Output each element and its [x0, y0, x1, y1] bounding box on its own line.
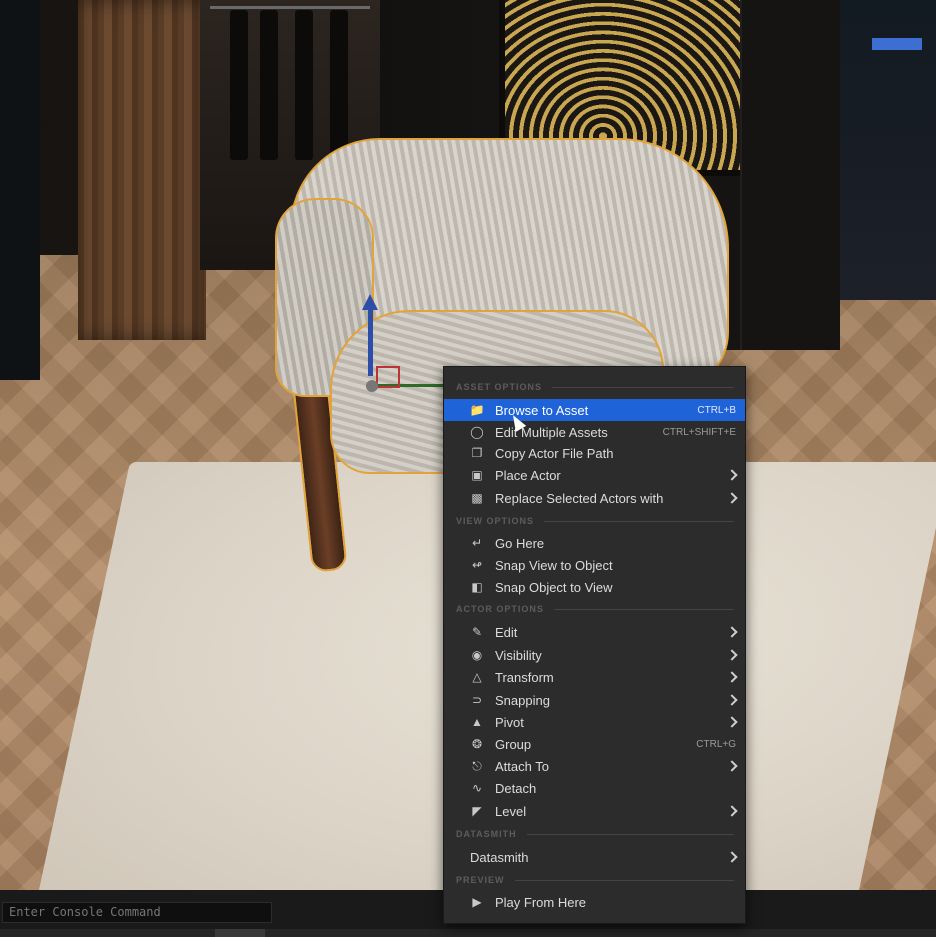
- dark-doorway: [0, 0, 40, 380]
- shortcut-label: CTRL+B: [697, 404, 736, 416]
- chevron-right-icon: [726, 671, 738, 683]
- bottom-strip-tab[interactable]: [215, 929, 265, 937]
- chevron-right-icon: [726, 694, 738, 706]
- menu-item-place-actor[interactable]: ▣ Place Actor: [444, 464, 745, 486]
- snap-view-icon: ↫: [471, 558, 483, 572]
- gizmo-pivot[interactable]: [366, 380, 378, 392]
- hanging-clothes: [260, 10, 278, 160]
- shortcut-label: CTRL+G: [696, 738, 736, 750]
- section-datasmith: DATASMITH: [456, 827, 734, 841]
- section-asset-options: ASSET OPTIONS: [456, 380, 734, 394]
- menu-item-snap-object-to-view[interactable]: ◧ Snap Object to View: [444, 576, 745, 598]
- hanging-clothes: [330, 10, 348, 160]
- transform-icon: △: [472, 670, 482, 684]
- blue-sign: [872, 38, 922, 50]
- section-label: PREVIEW: [456, 875, 505, 885]
- eye-icon: ◉: [471, 648, 483, 662]
- section-label: VIEW OPTIONS: [456, 516, 535, 526]
- menu-item-label: Go Here: [495, 535, 545, 551]
- menu-item-detach[interactable]: ∿ Detach: [444, 777, 745, 799]
- menu-item-label: Replace Selected Actors with: [495, 490, 664, 506]
- menu-item-label: Copy Actor File Path: [495, 445, 614, 461]
- menu-item-edit-multiple-assets[interactable]: ◯ Edit Multiple Assets CTRL+SHIFT+E: [444, 421, 745, 443]
- menu-item-label: Group: [495, 736, 532, 752]
- menu-item-browse-to-asset[interactable]: 📁 Browse to Asset CTRL+B: [444, 399, 745, 421]
- chevron-right-icon: [726, 492, 738, 504]
- menu-item-snap-view-to-object[interactable]: ↫ Snap View to Object: [444, 554, 745, 576]
- menu-item-visibility[interactable]: ◉ Visibility: [444, 644, 745, 666]
- menu-item-play-from-here[interactable]: ▶ Play From Here: [444, 891, 745, 913]
- pivot-icon: ▲: [471, 715, 483, 729]
- wood-wall-panel: [78, 0, 206, 340]
- menu-item-snapping[interactable]: ⊃ Snapping: [444, 689, 745, 711]
- menu-item-group[interactable]: ❂ Group CTRL+G: [444, 733, 745, 755]
- folder-search-icon: 📁: [469, 403, 485, 417]
- section-label: ASSET OPTIONS: [456, 382, 543, 392]
- dark-pillar: [740, 0, 840, 350]
- attach-icon: ⎋: [472, 759, 482, 773]
- menu-item-datasmith[interactable]: Datasmith: [444, 846, 745, 868]
- copy-icon: ❐: [471, 446, 483, 460]
- menu-item-label: Snap Object to View: [495, 579, 613, 595]
- chevron-right-icon: [726, 760, 738, 772]
- section-label: DATASMITH: [456, 829, 517, 839]
- gizmo-z-axis[interactable]: [368, 306, 373, 376]
- gizmo-z-arrow-icon[interactable]: [362, 294, 378, 310]
- menu-item-copy-actor-file-path[interactable]: ❐ Copy Actor File Path: [444, 442, 745, 464]
- replace-icon: ▩: [471, 491, 483, 505]
- menu-item-level[interactable]: ◤ Level: [444, 800, 745, 822]
- menu-item-label: Detach: [495, 780, 537, 796]
- menu-item-label: Snap View to Object: [495, 557, 613, 573]
- section-preview: PREVIEW: [456, 873, 734, 887]
- menu-item-attach-to[interactable]: ⎋ Attach To: [444, 755, 745, 777]
- menu-item-label: Transform: [495, 669, 554, 685]
- shortcut-label: CTRL+SHIFT+E: [662, 426, 736, 438]
- hanging-clothes: [230, 10, 248, 160]
- menu-item-edit[interactable]: ✎ Edit: [444, 621, 745, 643]
- menu-item-label: Pivot: [495, 714, 524, 730]
- section-label: ACTOR OPTIONS: [456, 604, 544, 614]
- menu-item-label: Browse to Asset: [495, 402, 589, 418]
- menu-item-label: Snapping: [495, 692, 550, 708]
- menu-item-label: Place Actor: [495, 467, 561, 483]
- menu-item-label: Edit: [495, 624, 518, 640]
- play-icon: ▶: [472, 895, 482, 909]
- hanging-clothes: [295, 10, 313, 160]
- chevron-right-icon: [726, 469, 738, 481]
- chevron-right-icon: [726, 805, 738, 817]
- context-menu: ASSET OPTIONS 📁 Browse to Asset CTRL+B ◯…: [443, 366, 746, 924]
- section-actor-options: ACTOR OPTIONS: [456, 602, 734, 616]
- level-icon: ◤: [472, 804, 482, 818]
- chevron-right-icon: [726, 716, 738, 728]
- go-here-icon: ↵: [471, 536, 483, 550]
- chevron-right-icon: [726, 649, 738, 661]
- chevron-right-icon: [726, 626, 738, 638]
- menu-item-go-here[interactable]: ↵ Go Here: [444, 532, 745, 554]
- menu-item-label: Datasmith: [470, 849, 529, 865]
- section-view-options: VIEW OPTIONS: [456, 514, 734, 528]
- menu-item-label: Visibility: [495, 647, 542, 663]
- snap-object-icon: ◧: [471, 580, 483, 594]
- chevron-right-icon: [726, 851, 738, 863]
- menu-item-pivot[interactable]: ▲ Pivot: [444, 711, 745, 733]
- detach-icon: ∿: [471, 781, 483, 795]
- magnet-icon: ⊃: [471, 693, 483, 707]
- menu-item-label: Attach To: [495, 758, 549, 774]
- clothes-rack: [210, 6, 370, 9]
- menu-item-label: Level: [495, 803, 527, 819]
- bottom-strip: [0, 929, 936, 937]
- console-command-input[interactable]: [2, 902, 272, 923]
- menu-item-transform[interactable]: △ Transform: [444, 666, 745, 688]
- gizmo-plane-handle[interactable]: [376, 366, 400, 388]
- group-icon: ❂: [471, 737, 483, 751]
- menu-item-replace-selected-actors[interactable]: ▩ Replace Selected Actors with: [444, 487, 745, 509]
- place-actor-icon: ▣: [471, 468, 483, 482]
- menu-item-label: Play From Here: [495, 894, 587, 910]
- circle-icon: ◯: [470, 425, 484, 439]
- pencil-icon: ✎: [471, 625, 483, 639]
